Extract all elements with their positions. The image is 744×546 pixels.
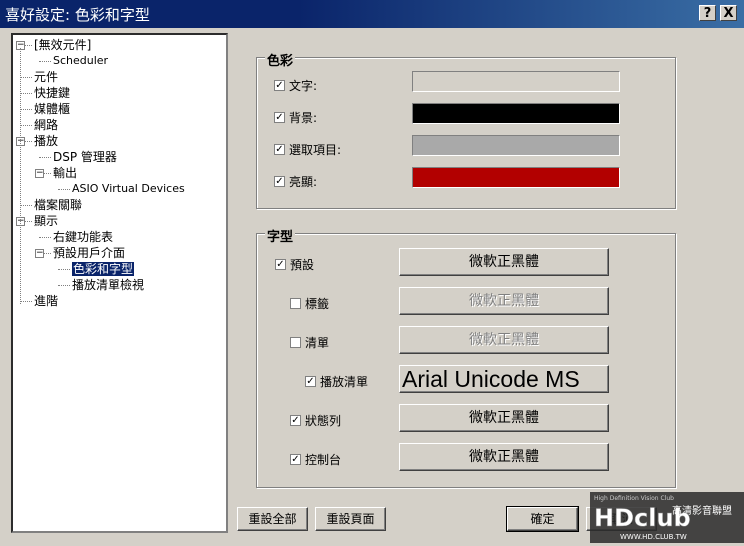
tree-item[interactable]: 媒體櫃	[34, 102, 70, 116]
tree-connector	[58, 269, 70, 270]
color-label: 背景:	[289, 111, 318, 125]
color-label: 亮顯:	[289, 175, 318, 189]
tree-connector	[39, 61, 51, 62]
tree-connector	[20, 77, 32, 78]
logo-tagline: High Definition Vision Club	[594, 495, 674, 502]
font-checkbox[interactable]: ✓	[305, 376, 316, 387]
colors-group: 色彩 ✓ 文字: ✓ 背景: ✓ 選取項目: ✓ 亮顯:	[256, 50, 676, 209]
tree-item[interactable]: 播放清單檢視	[72, 278, 144, 292]
font-label: 播放清單	[320, 375, 369, 389]
tree-connector	[20, 125, 32, 126]
font-select-button[interactable]: 微軟正黑體	[399, 287, 609, 315]
color-swatch[interactable]	[412, 135, 620, 156]
title-bar: 喜好設定: 色彩和字型 ? X	[0, 0, 744, 28]
font-row: ✓ 播放清單	[305, 373, 368, 390]
color-row: ✓ 亮顯:	[274, 173, 317, 190]
font-label: 狀態列	[305, 414, 342, 428]
fonts-group-title: 字型	[265, 226, 296, 245]
logo-url: WWW.HD.CLUB.TW	[620, 533, 687, 541]
tree-item[interactable]: 右鍵功能表	[53, 230, 113, 244]
color-checkbox[interactable]: ✓	[274, 176, 285, 187]
tree-item[interactable]: Scheduler	[53, 54, 108, 68]
font-row: ✓ 預設	[275, 256, 314, 273]
color-swatch[interactable]	[412, 103, 620, 124]
tree-connector	[58, 285, 70, 286]
tree-connector	[20, 301, 32, 302]
tree-expander-icon[interactable]: −	[35, 249, 44, 258]
logo-chinese: 高清影音聯盟	[672, 504, 732, 517]
tree-connector	[58, 189, 70, 190]
font-label: 控制台	[305, 453, 342, 467]
font-select-button[interactable]: 微軟正黑體	[399, 404, 609, 432]
color-swatch[interactable]	[412, 167, 620, 188]
tree-item[interactable]: 檔案關聯	[34, 198, 82, 212]
color-row: ✓ 文字:	[274, 77, 317, 94]
color-row: ✓ 選取項目:	[274, 141, 341, 158]
font-checkbox[interactable]: ✓	[275, 259, 286, 270]
tree-item[interactable]: 輸出	[53, 166, 77, 180]
font-select-button[interactable]: 微軟正黑體	[399, 326, 609, 354]
hdclub-logo-graphic: High Definition Vision Club HDclub 高清影音聯…	[590, 492, 744, 543]
tree-connector	[20, 93, 32, 94]
color-checkbox[interactable]: ✓	[274, 80, 285, 91]
font-label: 標籤	[305, 297, 330, 311]
font-checkbox[interactable]	[290, 298, 301, 309]
tree-connector	[39, 237, 51, 238]
tree-connector	[20, 109, 32, 110]
color-checkbox[interactable]: ✓	[274, 112, 285, 123]
close-button[interactable]: X	[720, 5, 737, 21]
font-row: 清單	[290, 334, 329, 351]
font-select-button[interactable]: Arial Unicode MS	[399, 365, 609, 393]
font-checkbox[interactable]: ✓	[290, 454, 301, 465]
tree-expander-icon[interactable]: −	[35, 169, 44, 178]
font-row: 標籤	[290, 295, 329, 312]
tree-item[interactable]: 色彩和字型	[72, 262, 135, 276]
font-select-button[interactable]: 微軟正黑體	[399, 443, 609, 471]
settings-tree[interactable]: [無效元件] − Scheduler 元件 快捷鍵 媒體櫃 網路 播放 − DSP 管理器 輸出 − A…	[11, 33, 228, 533]
color-checkbox[interactable]: ✓	[274, 144, 285, 155]
reset-all-button[interactable]: 重設全部	[237, 507, 308, 531]
tree-root-line	[20, 48, 21, 304]
tree-item[interactable]: 播放	[34, 134, 58, 148]
tree-item[interactable]: 元件	[34, 70, 58, 84]
font-checkbox[interactable]	[290, 337, 301, 348]
tree-connector	[39, 157, 51, 158]
font-select-button[interactable]: 微軟正黑體	[399, 248, 609, 276]
hdclub-logo: High Definition Vision Club HDclub 高清影音聯…	[590, 492, 744, 543]
font-row: ✓ 狀態列	[290, 412, 341, 429]
tree-item[interactable]: [無效元件]	[34, 38, 91, 52]
tree-connector	[20, 205, 32, 206]
color-row: ✓ 背景:	[274, 109, 317, 126]
ok-button[interactable]: 確定	[506, 506, 579, 532]
color-label: 文字:	[289, 79, 318, 93]
tree-item[interactable]: 網路	[34, 118, 58, 132]
tree-item[interactable]: 快捷鍵	[34, 86, 70, 100]
tree-item[interactable]: 顯示	[34, 214, 58, 228]
tree-item[interactable]: 預設用戶介面	[53, 246, 125, 260]
font-checkbox[interactable]: ✓	[290, 415, 301, 426]
font-label: 清單	[305, 336, 330, 350]
font-label: 預設	[290, 258, 315, 272]
color-label: 選取項目:	[289, 143, 342, 157]
reset-page-button[interactable]: 重設頁面	[315, 507, 386, 531]
tree-item[interactable]: DSP 管理器	[53, 150, 117, 164]
tree-item[interactable]: ASIO Virtual Devices	[72, 182, 185, 196]
font-row: ✓ 控制台	[290, 451, 341, 468]
color-swatch[interactable]	[412, 71, 620, 92]
tree-item[interactable]: 進階	[34, 294, 58, 308]
fonts-group: 字型 ✓ 預設 微軟正黑體 標籤 微軟正黑體 清單 微軟正黑體 ✓ 播放清單 Arial Unic…	[256, 226, 676, 488]
help-button[interactable]: ?	[699, 5, 716, 21]
window-title: 喜好設定: 色彩和字型	[5, 6, 150, 24]
colors-group-title: 色彩	[265, 50, 296, 69]
